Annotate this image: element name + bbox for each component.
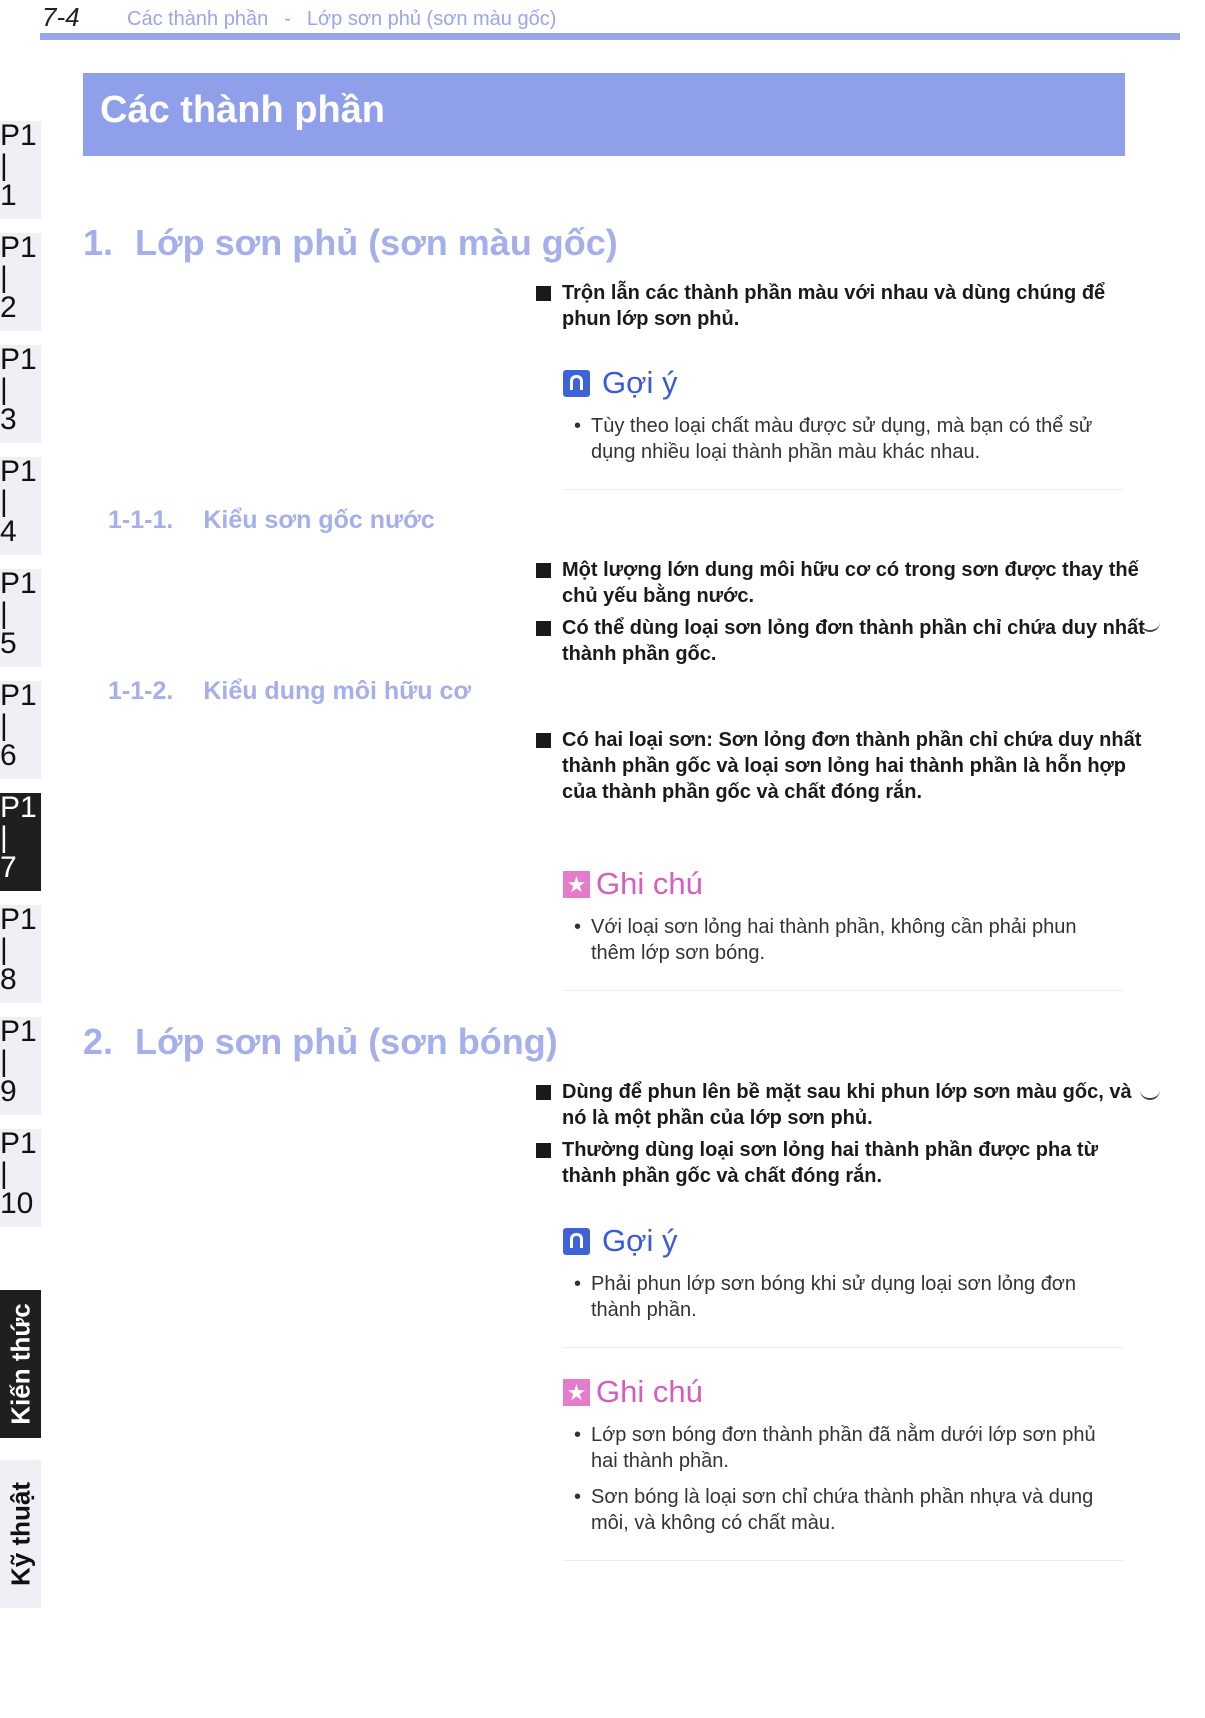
subsection-title-1-1-1: 1-1-1. Kiểu sơn gốc nước — [108, 506, 435, 534]
section-title-1: 1. Lớp sơn phủ (sơn màu gốc) — [83, 222, 618, 263]
banner-title: Các thành phần — [100, 89, 386, 131]
note-item-2: Sơn bóng là loại sơn chỉ chứa thành phần… — [563, 1484, 1123, 1536]
note-callout-2: ★ Ghi chú Lớp sơn bóng đơn thành phần đã… — [563, 1372, 1123, 1561]
side-tab-p1-2[interactable]: P1 | 2 — [0, 233, 41, 331]
vertical-tab-knowledge[interactable]: Kiến thức — [0, 1290, 41, 1438]
divider — [563, 1347, 1123, 1348]
side-tab-p1-7[interactable]: P1 | 7 — [0, 793, 41, 891]
lightbulb-icon — [563, 1227, 590, 1255]
note-title: Ghi chú — [596, 1374, 703, 1409]
side-tab-p1-5[interactable]: P1 | 5 — [0, 569, 41, 667]
star-note-icon: ★ — [563, 870, 590, 898]
vertical-tab-technique[interactable]: Kỹ thuật — [0, 1460, 41, 1608]
bullet-clearcoat-purpose: Dùng để phun lên bề mặt sau khi phun lớp… — [536, 1079, 1152, 1131]
divider — [563, 489, 1123, 490]
divider — [563, 1560, 1123, 1561]
bullet-mix-components: Trộn lẫn các thành phần màu với nhau và … — [536, 280, 1152, 332]
hint-title: Gợi ý — [602, 1223, 678, 1258]
note-title: Ghi chú — [596, 866, 703, 901]
note-item-1: Lớp sơn bóng đơn thành phần đã nằm dưới … — [563, 1422, 1123, 1474]
section-title-2: 2. Lớp sơn phủ (sơn bóng) — [83, 1021, 558, 1062]
breadcrumb-item-components[interactable]: Các thành phần — [127, 8, 268, 30]
bullet-single-component: Có thể dùng loại sơn lỏng đơn thành phần… — [536, 615, 1152, 667]
note-item: Với loại sơn lỏng hai thành phần, không … — [563, 914, 1123, 966]
breadcrumb-separator: - — [284, 8, 291, 30]
side-tab-p1-8[interactable]: P1 | 8 — [0, 905, 41, 1003]
side-tab-p1-9[interactable]: P1 | 9 — [0, 1017, 41, 1115]
breadcrumb-item-topcoat[interactable]: Lớp sơn phủ (sơn màu gốc) — [307, 8, 556, 30]
hint-callout-2: Gợi ý Phải phun lớp sơn bóng khi sử dụng… — [563, 1221, 1123, 1348]
hint-title: Gợi ý — [602, 365, 678, 400]
bullet-two-paint-types: Có hai loại sơn: Sơn lỏng đơn thành phần… — [536, 727, 1152, 805]
page-number: 7-4 — [42, 2, 80, 32]
bullet-two-component-clear: Thường dùng loại sơn lỏng hai thành phần… — [536, 1137, 1152, 1189]
side-tab-p1-6[interactable]: P1 | 6 — [0, 681, 41, 779]
hint-callout-1: Gợi ý Tùy theo loại chất màu được sử dụn… — [563, 363, 1123, 490]
lightbulb-icon — [563, 369, 590, 397]
star-note-icon: ★ — [563, 1378, 590, 1406]
side-tab-p1-3[interactable]: P1 | 3 — [0, 345, 41, 443]
divider — [563, 990, 1123, 991]
bullet-water-replaces-solvent: Một lượng lớn dung môi hữu cơ có trong s… — [536, 557, 1152, 609]
chapter-banner: Các thành phần — [83, 73, 1125, 156]
subsection-title-1-1-2: 1-1-2. Kiểu dung môi hữu cơ — [108, 677, 472, 705]
side-tab-p1-4[interactable]: P1 | 4 — [0, 457, 41, 555]
side-tab-p1-10[interactable]: P1 | 10 — [0, 1129, 41, 1227]
hint-item: Tùy theo loại chất màu được sử dụng, mà … — [563, 413, 1123, 465]
side-tab-p1-1[interactable]: P1 | 1 — [0, 121, 41, 219]
note-callout-1: ★ Ghi chú Với loại sơn lỏng hai thành ph… — [563, 864, 1123, 991]
header-rule — [40, 33, 1180, 40]
breadcrumb: Các thành phần - Lớp sơn phủ (sơn màu gốc) — [127, 8, 556, 31]
hint-item: Phải phun lớp sơn bóng khi sử dụng loại … — [563, 1271, 1123, 1323]
